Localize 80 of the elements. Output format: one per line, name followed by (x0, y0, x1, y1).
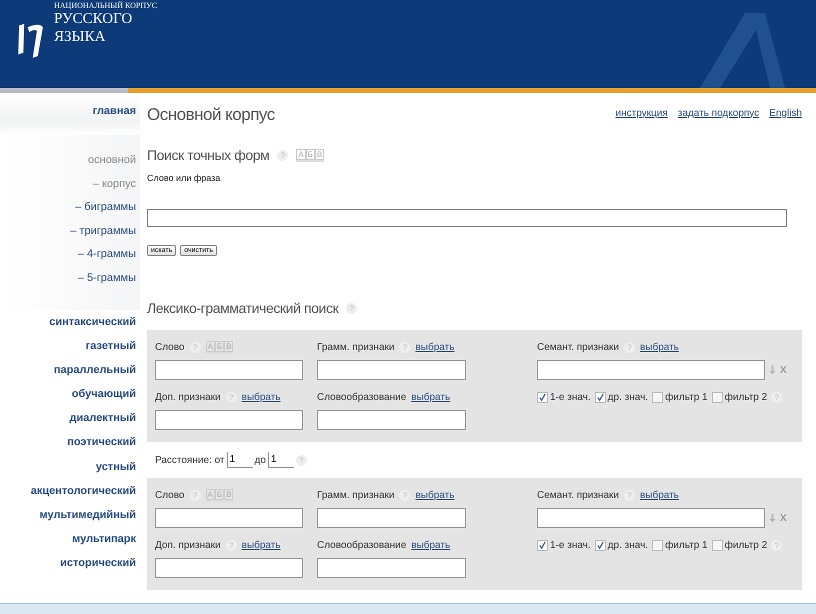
checkbox[interactable] (652, 392, 664, 402)
section-title: Поиск точных форм (147, 147, 270, 163)
site-title: РУССКОГО (54, 10, 134, 28)
remove-button[interactable]: X (780, 364, 787, 376)
grammar-field[interactable] (317, 360, 466, 380)
field-label: Доп. признаки (155, 392, 221, 402)
derivation-field[interactable] (317, 558, 466, 578)
distance-label: Расстояние: от (155, 454, 224, 466)
distance-label: до (254, 454, 266, 466)
sidebar-item[interactable]: основной (0, 149, 140, 172)
grammar-field[interactable] (317, 508, 466, 528)
sidebar-item[interactable]: параллельный (0, 358, 140, 382)
extra-field[interactable] (155, 558, 303, 578)
checkbox[interactable] (652, 540, 664, 550)
arrow-down-icon[interactable] (769, 365, 776, 375)
field-label: Слово (155, 490, 184, 500)
sidebar-item[interactable]: диалектный (0, 406, 140, 430)
sidebar-item[interactable]: – 5-граммы (0, 266, 140, 290)
word-field[interactable] (155, 508, 303, 528)
checkbox[interactable] (594, 540, 606, 550)
derivation-field[interactable] (317, 410, 466, 430)
field-label: Слово или фраза (147, 173, 222, 183)
choose-link[interactable]: выбрать (411, 540, 450, 550)
extra-field[interactable] (155, 410, 303, 430)
phrase-field[interactable] (147, 209, 787, 227)
field-label: Грамм. признаки (317, 490, 394, 500)
semantic-field[interactable] (537, 508, 765, 528)
checkbox-label: 1-е знач. (550, 392, 591, 402)
sidebar-item[interactable]: исторический (0, 550, 140, 576)
field-label: Семант. признаки (537, 490, 619, 500)
checkbox[interactable] (712, 392, 723, 402)
checkbox-label: др. знач. (608, 392, 648, 402)
choose-link[interactable]: выбрать (640, 342, 679, 352)
checkbox-label: фильтр 1 (665, 540, 708, 550)
sidebar-item[interactable]: мультимедийный (0, 502, 140, 527)
choose-link[interactable]: выбрать (242, 392, 281, 402)
field-label: Словообразование (317, 540, 406, 550)
sidebar-item[interactable]: поэтический (0, 430, 140, 455)
checkbox-label: фильтр 2 (724, 540, 768, 550)
section-title: Лексико-грамматический поиск (147, 300, 338, 316)
choose-link[interactable]: выбрать (415, 490, 454, 500)
distance-from-field[interactable]: 1 (226, 452, 252, 468)
checkbox[interactable] (537, 540, 548, 550)
sidebar-item[interactable]: газетный (0, 334, 140, 358)
sidebar-item[interactable]: устный (0, 454, 140, 479)
choose-link[interactable]: выбрать (415, 342, 454, 352)
field-label: Грамм. признаки (317, 342, 394, 352)
checkbox[interactable] (712, 540, 723, 550)
sidebar-item[interactable]: – 4-граммы (0, 243, 140, 266)
checkbox-label: др. знач. (608, 540, 648, 550)
sidebar-item[interactable]: синтаксический (0, 310, 140, 334)
checkbox-label: фильтр 2 (724, 392, 768, 402)
site-title: ЯЗЫКА (54, 28, 106, 46)
choose-link[interactable]: выбрать (242, 540, 281, 550)
remove-button[interactable]: X (780, 512, 787, 524)
choose-link[interactable]: выбрать (640, 490, 679, 500)
header-link[interactable]: English (769, 108, 802, 118)
sidebar-item[interactable]: обучающий (0, 382, 140, 406)
field-label: Словообразование (317, 392, 406, 402)
word-field[interactable] (155, 360, 303, 380)
field-label: Слово (155, 342, 184, 352)
distance-to-field[interactable]: 1 (268, 452, 294, 468)
choose-link[interactable]: выбрать (411, 392, 450, 402)
sidebar-item[interactable]: – биграммы (0, 196, 140, 220)
checkbox[interactable] (537, 392, 548, 402)
checkbox-label: 1-е знач. (550, 540, 591, 550)
sidebar-item[interactable]: – корпус (0, 172, 140, 196)
field-label: Доп. признаки (155, 540, 221, 550)
sidebar-item[interactable]: мультипарк (0, 526, 140, 551)
semantic-field[interactable] (537, 360, 765, 380)
page-title: Основной корпус (147, 105, 275, 125)
site-subtitle: НАЦИОНАЛЬНЫЙ КОРПУС (54, 1, 158, 10)
header-link[interactable]: инструкция (616, 108, 668, 118)
field-label: Семант. признаки (537, 342, 619, 352)
header-link[interactable]: задать подкорпус (678, 108, 760, 118)
checkbox-label: фильтр 1 (665, 392, 708, 402)
sidebar-item[interactable]: – триграммы (0, 220, 140, 243)
checkbox[interactable] (594, 392, 606, 402)
arrow-down-icon[interactable] (769, 513, 776, 523)
sidebar-item[interactable]: акцентологический (0, 478, 140, 503)
